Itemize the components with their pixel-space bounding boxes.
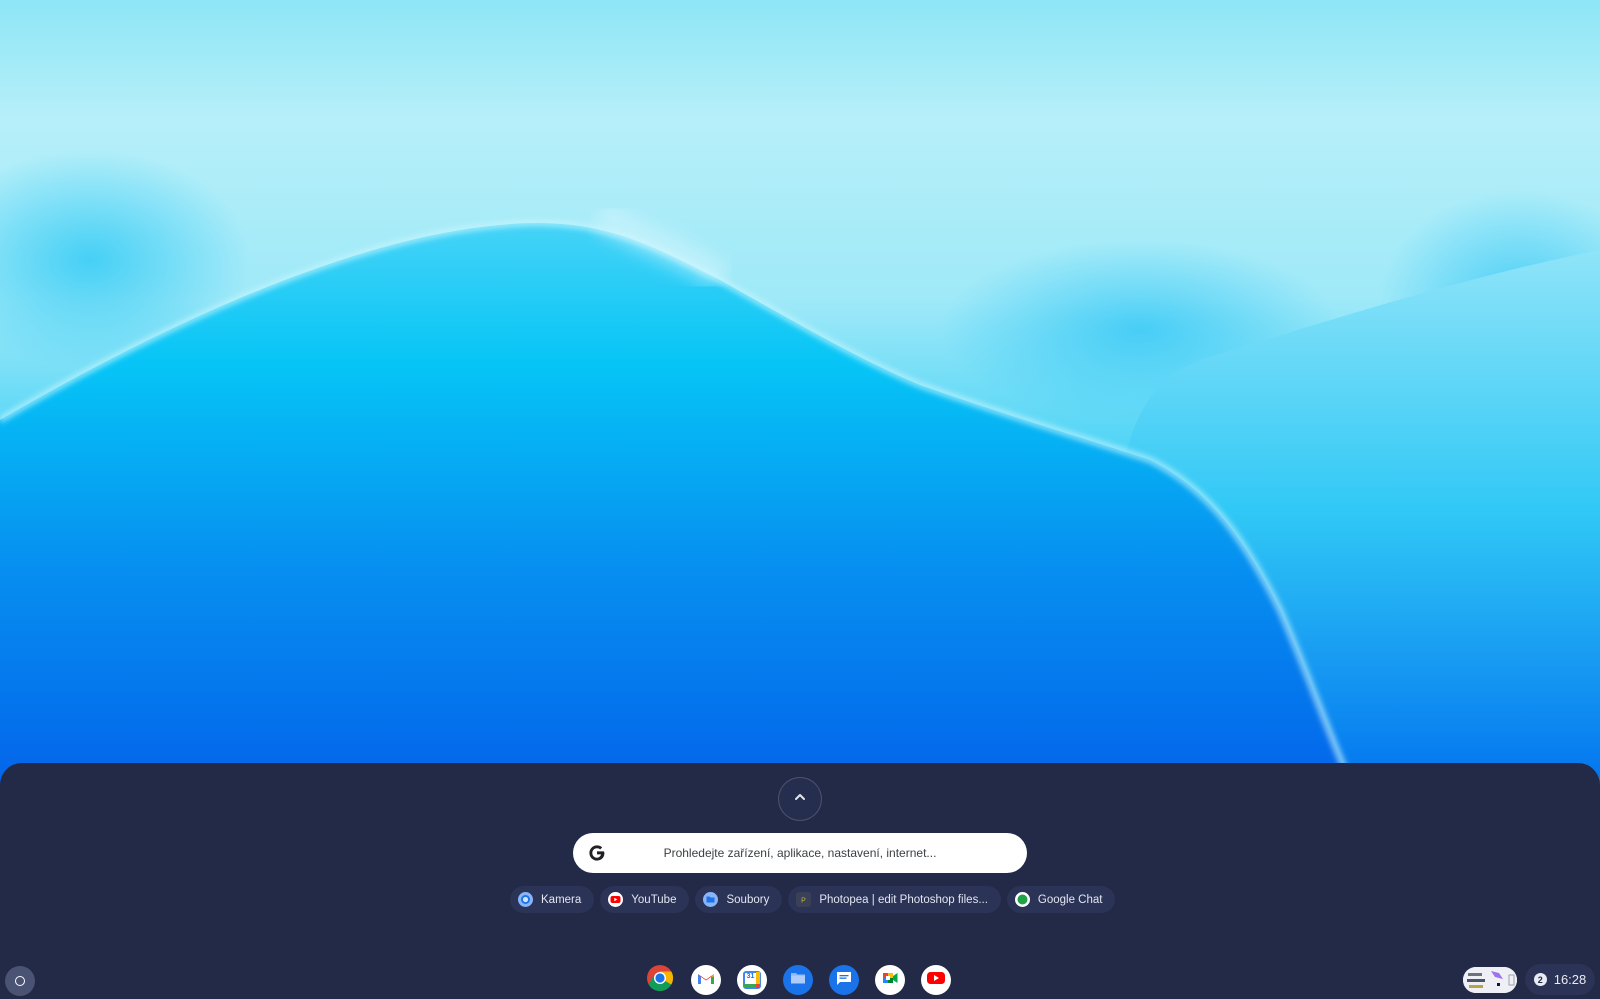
launcher-circle-icon bbox=[15, 976, 25, 986]
chip-label: YouTube bbox=[631, 893, 677, 906]
shelf-app-messages[interactable] bbox=[829, 965, 859, 995]
suggestion-chip-kamera[interactable]: Kamera bbox=[510, 886, 595, 913]
shelf-app-meet[interactable] bbox=[875, 965, 905, 995]
chip-label: Google Chat bbox=[1037, 893, 1103, 906]
files-icon bbox=[703, 892, 719, 907]
holding-space-tray[interactable] bbox=[1463, 967, 1517, 993]
shelf-app-youtube[interactable] bbox=[921, 965, 951, 995]
suggestion-chip-google-chat[interactable]: Google Chat bbox=[1006, 886, 1116, 913]
photopea-icon: P bbox=[796, 892, 812, 907]
messages-icon bbox=[835, 969, 853, 992]
tray-thumbnail-preview bbox=[1463, 967, 1517, 993]
youtube-icon bbox=[925, 967, 947, 994]
chevron-up-icon bbox=[793, 790, 807, 809]
clock: 16:28 bbox=[1553, 972, 1587, 987]
search-placeholder: Prohledejte zařízení, aplikace, nastaven… bbox=[663, 846, 937, 860]
chip-label: Kamera bbox=[541, 893, 582, 906]
pinned-apps: 31 bbox=[645, 965, 951, 995]
shelf-app-chrome[interactable] bbox=[645, 965, 675, 995]
calendar-day: 31 bbox=[746, 973, 755, 980]
youtube-icon bbox=[608, 892, 624, 907]
google-chat-icon bbox=[1014, 892, 1030, 907]
suggestion-chip-youtube[interactable]: YouTube bbox=[600, 886, 690, 913]
google-g-icon bbox=[585, 841, 609, 865]
suggestion-chip-photopea[interactable]: P Photopea | edit Photoshop files... bbox=[788, 886, 1001, 913]
launcher-search-box[interactable]: Prohledejte zařízení, aplikace, nastaven… bbox=[573, 833, 1027, 873]
suggestion-chips: Kamera YouTube Soubory P Photopea | edit… bbox=[510, 886, 1116, 913]
shelf-app-files[interactable] bbox=[783, 965, 813, 995]
meet-icon bbox=[880, 968, 900, 993]
launcher-button[interactable] bbox=[5, 966, 35, 996]
expand-launcher-button[interactable] bbox=[778, 777, 822, 821]
chip-label: Photopea | edit Photoshop files... bbox=[819, 893, 988, 906]
shelf-app-gmail[interactable] bbox=[691, 965, 721, 995]
chip-label: Soubory bbox=[726, 893, 770, 906]
status-area-button[interactable]: 2 16:28 bbox=[1525, 964, 1595, 995]
shelf-app-calendar[interactable]: 31 bbox=[737, 965, 767, 995]
gmail-icon bbox=[695, 967, 717, 994]
calendar-icon: 31 bbox=[743, 971, 761, 989]
camera-icon bbox=[518, 892, 533, 907]
suggestion-chip-soubory[interactable]: Soubory bbox=[695, 886, 783, 913]
svg-text:P: P bbox=[801, 898, 806, 905]
chrome-icon bbox=[646, 965, 674, 995]
notification-count-badge: 2 bbox=[1533, 973, 1547, 986]
files-icon bbox=[789, 969, 807, 992]
